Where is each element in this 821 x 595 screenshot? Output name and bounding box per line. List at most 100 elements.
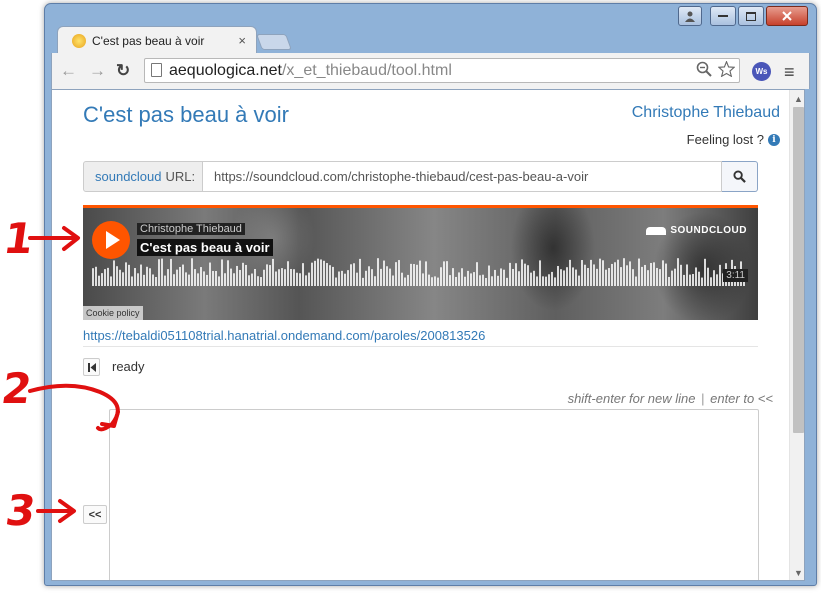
waveform-bar — [632, 269, 634, 286]
waveform-bar — [596, 268, 598, 286]
waveform-bar — [392, 275, 394, 286]
waveform-bar — [356, 272, 358, 286]
cookie-policy-link[interactable]: Cookie policy — [83, 306, 143, 320]
waveform-bar — [545, 276, 547, 286]
waveform-bar — [437, 277, 439, 286]
waveform-bar — [368, 266, 370, 286]
waveform-bar — [338, 271, 340, 286]
waveform-bar — [554, 277, 556, 286]
waveform-bar — [665, 263, 667, 286]
waveform-bar — [167, 269, 169, 286]
waveform-bar — [485, 277, 487, 286]
waveform-bar — [587, 268, 589, 286]
annotation-number: 3 — [2, 486, 39, 535]
player-track-title[interactable]: C'est pas beau à voir — [137, 239, 273, 256]
forward-arrow-icon[interactable]: → — [89, 61, 106, 81]
waveform-bar — [197, 273, 199, 286]
help-label: Feeling lost ? — [686, 132, 764, 147]
divider — [83, 346, 758, 347]
waveform-bar — [284, 269, 286, 286]
insert-button[interactable]: << — [83, 505, 107, 524]
waveform-bar — [260, 277, 262, 286]
waveform-bar — [599, 258, 601, 286]
waveform-bar — [527, 265, 529, 286]
back-arrow-icon[interactable]: ← — [60, 61, 77, 81]
waveform-bar — [95, 266, 97, 286]
tab-close-icon[interactable]: × — [238, 33, 246, 48]
browser-tab[interactable]: C'est pas beau à voir × — [57, 26, 257, 54]
waveform-bar — [155, 276, 157, 286]
scroll-down-icon[interactable]: ▼ — [794, 568, 803, 578]
waveform-bar — [635, 276, 637, 286]
search-button[interactable] — [722, 161, 758, 192]
scrollbar[interactable]: ▲ ▼ — [789, 90, 804, 580]
player-user-link[interactable]: Christophe Thiebaud — [137, 223, 245, 235]
waveform-bar — [419, 260, 421, 286]
help-link[interactable]: Feeling lost ? i — [687, 132, 780, 147]
new-tab-button[interactable] — [256, 34, 292, 50]
waveform-bar — [341, 270, 343, 286]
search-icon — [733, 170, 746, 183]
waveform-bar — [647, 270, 649, 286]
address-bar[interactable]: aequologica.net/x_et_thiebaud/tool.html — [144, 58, 740, 83]
url-host: aequologica.net — [169, 61, 282, 79]
extension-icon[interactable]: Ws — [752, 62, 771, 81]
waveform-bar — [251, 273, 253, 286]
waveform-bar — [620, 267, 622, 286]
waveform-bar — [692, 273, 694, 286]
waveform-bar — [644, 264, 646, 286]
soundcloud-url-input[interactable] — [203, 161, 722, 192]
waveform-bar — [668, 276, 670, 286]
omnibox-icons — [696, 61, 735, 77]
bookmark-star-icon[interactable] — [718, 61, 735, 77]
maximize-icon — [746, 11, 756, 21]
waveform-bar — [536, 276, 538, 286]
waveform-bar — [188, 274, 190, 286]
url-path: /x_et_thiebaud/tool.html — [281, 61, 452, 79]
waveform-bar — [161, 258, 163, 286]
window-controls — [678, 6, 808, 26]
waveform-bar — [509, 262, 511, 286]
hint-newline: shift-enter for new line — [567, 391, 696, 406]
page-viewport: C'est pas beau à voir Christophe Thiebau… — [51, 89, 805, 581]
waveform-bar — [353, 263, 355, 286]
waveform-bar — [116, 266, 118, 286]
scroll-up-icon[interactable]: ▲ — [794, 94, 803, 104]
reload-icon[interactable]: ↻ — [116, 61, 130, 81]
author-link[interactable]: Christophe Thiebaud — [632, 104, 780, 122]
waveform-bar — [530, 272, 532, 286]
soundcloud-brand-link[interactable]: soundcloud — [95, 169, 162, 184]
menu-icon[interactable]: ≡ — [784, 62, 795, 83]
browser-window: C'est pas beau à voir × ← → ↻ aequologic… — [44, 3, 817, 586]
waveform-bar — [497, 275, 499, 286]
zoom-icon[interactable] — [696, 61, 712, 77]
close-window-button[interactable] — [766, 6, 808, 26]
close-icon — [782, 11, 792, 21]
waveform-bar — [560, 269, 562, 286]
waveform[interactable] — [92, 256, 748, 286]
waveform-bar — [257, 276, 259, 286]
waveform-bar — [707, 267, 709, 286]
waveform-bar — [470, 273, 472, 286]
skip-to-start-button[interactable] — [83, 358, 100, 376]
play-button[interactable] — [92, 221, 130, 259]
waveform-bar — [233, 273, 235, 286]
waveform-bar — [239, 269, 241, 286]
scrollbar-thumb[interactable] — [793, 107, 804, 433]
user-profile-button[interactable] — [678, 6, 702, 26]
lyrics-textarea[interactable] — [109, 409, 759, 580]
waveform-bar — [575, 269, 577, 286]
waveform-bar — [224, 273, 226, 286]
paroles-link[interactable]: https://tebaldi051108trial.hanatrial.ond… — [83, 328, 485, 343]
waveform-bar — [521, 259, 523, 286]
soundcloud-logo[interactable]: SOUNDCLOUD — [646, 225, 747, 236]
track-duration: 3:11 — [723, 269, 748, 282]
waveform-bar — [323, 260, 325, 286]
minimize-button[interactable] — [710, 6, 736, 26]
status-text: ready — [112, 359, 145, 374]
waveform-bar — [386, 266, 388, 286]
maximize-button[interactable] — [738, 6, 764, 26]
waveform-bar — [383, 260, 385, 286]
waveform-bar — [671, 270, 673, 286]
screenshot: C'est pas beau à voir × ← → ↻ aequologic… — [0, 0, 821, 595]
